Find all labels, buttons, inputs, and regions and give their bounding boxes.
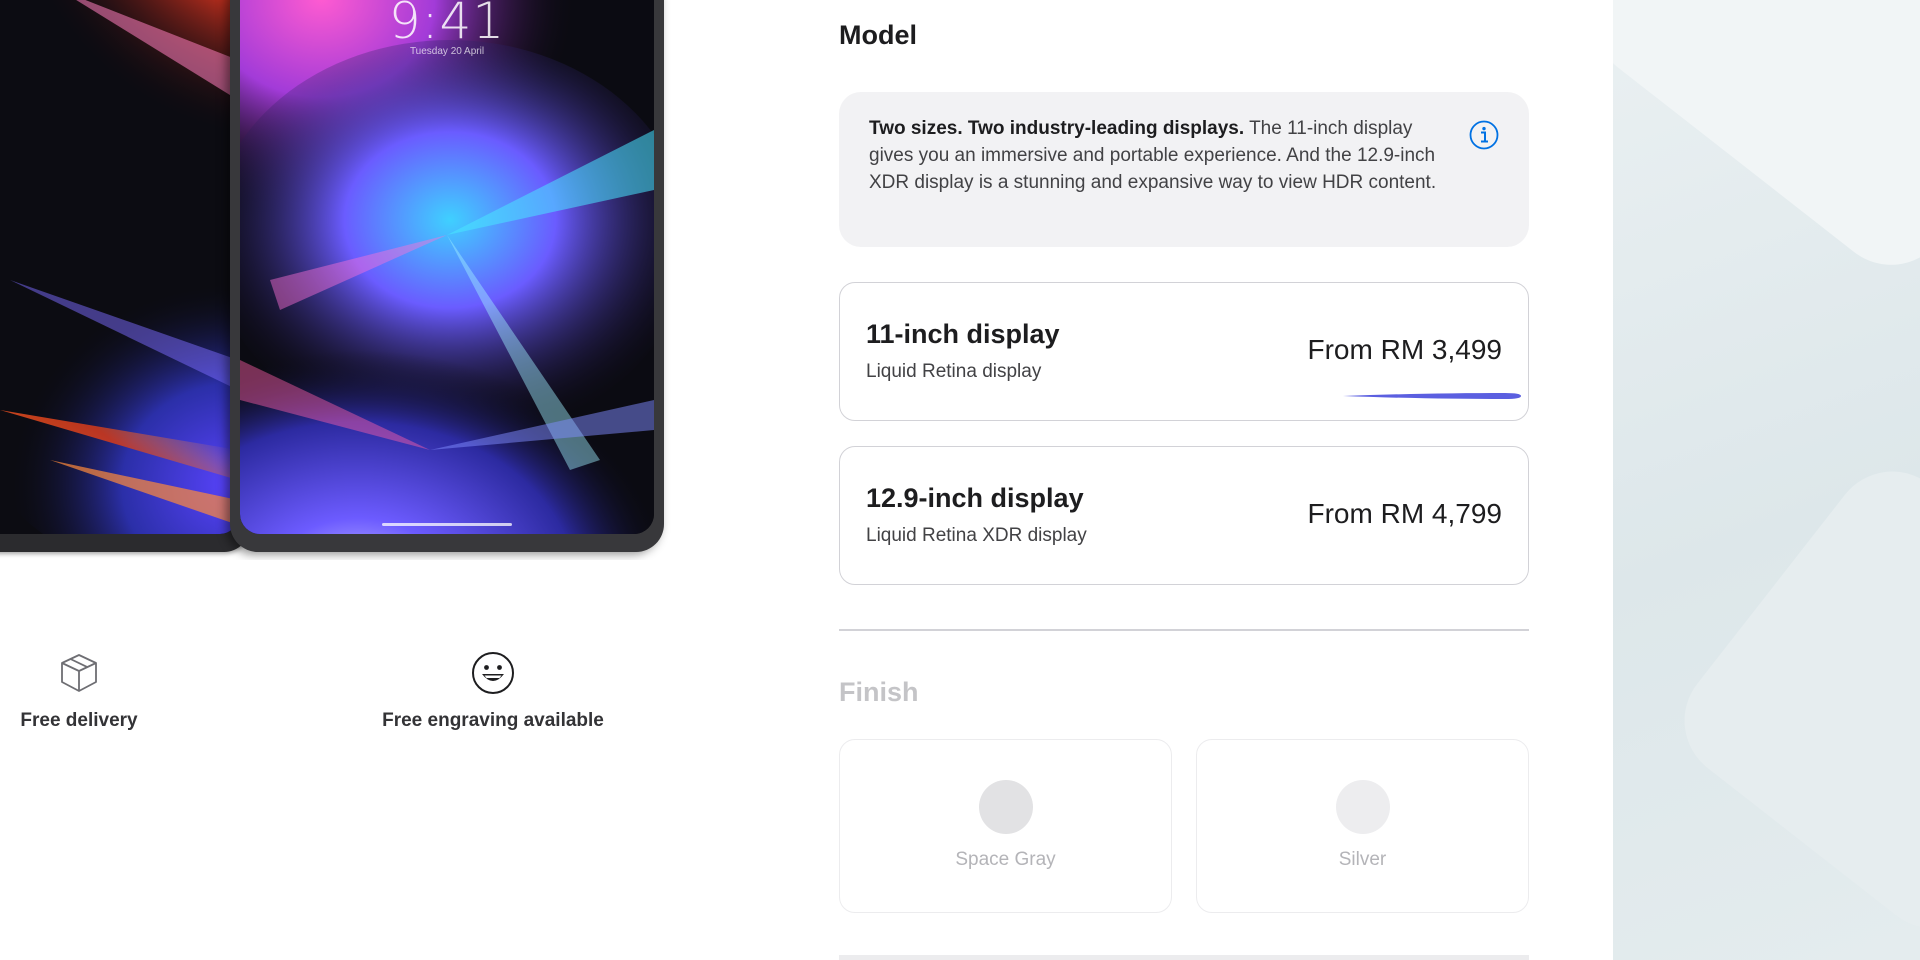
configurator: Model Two sizes. Two industry-leading di… [839,0,1529,960]
pen-scribble-annotation [1343,393,1521,399]
color-swatch [1335,780,1390,834]
ipad-front-screen: 9:41 Tuesday 20 April [240,0,654,534]
ipad-back-screen [0,0,238,534]
background-panel [1613,0,1920,960]
perk-label: Free engraving available [382,710,604,731]
product-image: 9:41 Tuesday 20 April [0,0,680,560]
perks-row: Free delivery Free engraving available [0,650,680,760]
finish-section-title: Finish [839,677,919,707]
perk-free-delivery: Free delivery [0,650,158,732]
model-section-title: Model [839,20,917,50]
model-option-subtitle: Liquid Retina display [866,361,1042,382]
info-heading: Two sizes. Two industry-leading displays… [869,118,1245,139]
model-option-11-inch[interactable]: 11-inch display Liquid Retina display Fr… [839,282,1529,421]
next-section-edge [839,955,1529,960]
wallpaper-art [0,0,238,534]
model-option-name: 12.9-inch display [866,483,1084,513]
wallpaper-art [240,0,654,534]
finish-option-label: Space Gray [955,849,1056,870]
perk-label: Free delivery [20,710,138,731]
finish-option-space-gray[interactable]: Space Gray [839,739,1172,913]
model-option-price: From RM 3,499 [1307,334,1503,365]
ipad-front-device: 9:41 Tuesday 20 April [230,0,664,552]
ipad-back-device [0,0,250,552]
color-swatch [978,780,1033,834]
lock-screen-time: 9:41 [388,0,506,50]
home-indicator [382,523,512,526]
model-info-box: Two sizes. Two industry-leading displays… [839,92,1529,247]
finish-option-label: Silver [1338,849,1387,870]
model-option-price: From RM 4,799 [1307,498,1503,529]
background-shape [1613,0,1920,290]
section-divider [839,629,1529,631]
model-option-12-9-inch[interactable]: 12.9-inch display Liquid Retina XDR disp… [839,446,1529,585]
info-icon[interactable] [1469,120,1499,150]
model-option-name: 11-inch display [866,319,1060,349]
background-shape [1660,447,1920,953]
box-icon [61,654,97,692]
smiley-icon [472,652,514,694]
lock-screen-date: Tuesday 20 April [409,46,485,57]
model-option-subtitle: Liquid Retina XDR display [866,525,1087,546]
perk-free-engraving: Free engraving available [352,650,634,732]
finish-option-silver[interactable]: Silver [1196,739,1529,913]
